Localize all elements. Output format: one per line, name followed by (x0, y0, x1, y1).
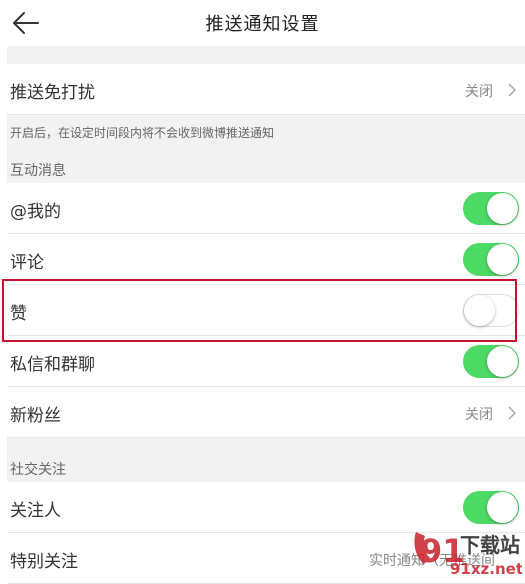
like-label: 赞 (10, 304, 27, 324)
fans-row[interactable]: 新粉丝 关闭 (7, 387, 525, 438)
dm-label: 私信和群聊 (10, 355, 95, 375)
mention-toggle[interactable] (463, 192, 519, 225)
fans-label: 新粉丝 (10, 406, 61, 426)
mention-label: @我的 (10, 202, 61, 222)
watermark-brand: 下载站 (460, 533, 520, 557)
like-row: 赞 (7, 285, 525, 336)
dnd-value: 关闭 (465, 84, 493, 100)
toggle-knob (487, 346, 518, 377)
toggle-knob (487, 193, 518, 224)
special-label: 特别关注 (10, 552, 78, 572)
section-interaction: 互动消息 (10, 163, 66, 179)
page-title: 推送通知设置 (205, 14, 320, 35)
toggle-knob (464, 295, 495, 326)
comment-label: 评论 (10, 253, 44, 273)
dm-row: 私信和群聊 (7, 336, 525, 387)
watermark-domain: 91xz.net (450, 560, 522, 578)
dnd-hint: 开启后，在设定时间段内将不会收到微博推送通知 (10, 126, 275, 140)
dnd-row[interactable]: 推送免打扰 关闭 (7, 64, 525, 115)
toggle-knob (487, 244, 518, 275)
watermark-logo: 91 下载站 91xz.net (414, 532, 522, 578)
follow-label: 关注人 (10, 501, 61, 521)
like-toggle[interactable] (463, 294, 519, 327)
dm-toggle[interactable] (463, 345, 519, 378)
toggle-knob (487, 492, 518, 523)
header: 推送通知设置 (0, 0, 525, 46)
settings-list: 推送免打扰 关闭 开启后，在设定时间段内将不会收到微博推送通知 互动消息 @我的… (7, 46, 525, 584)
dnd-label: 推送免打扰 (10, 83, 95, 103)
comment-row: 评论 (7, 234, 525, 285)
fans-value: 关闭 (465, 407, 493, 423)
comment-toggle[interactable] (463, 243, 519, 276)
chevron-right-icon (508, 83, 517, 97)
mention-row: @我的 (7, 183, 525, 234)
section-social: 社交关注 (10, 462, 66, 478)
follow-toggle[interactable] (463, 491, 519, 524)
chevron-right-icon (508, 406, 517, 420)
